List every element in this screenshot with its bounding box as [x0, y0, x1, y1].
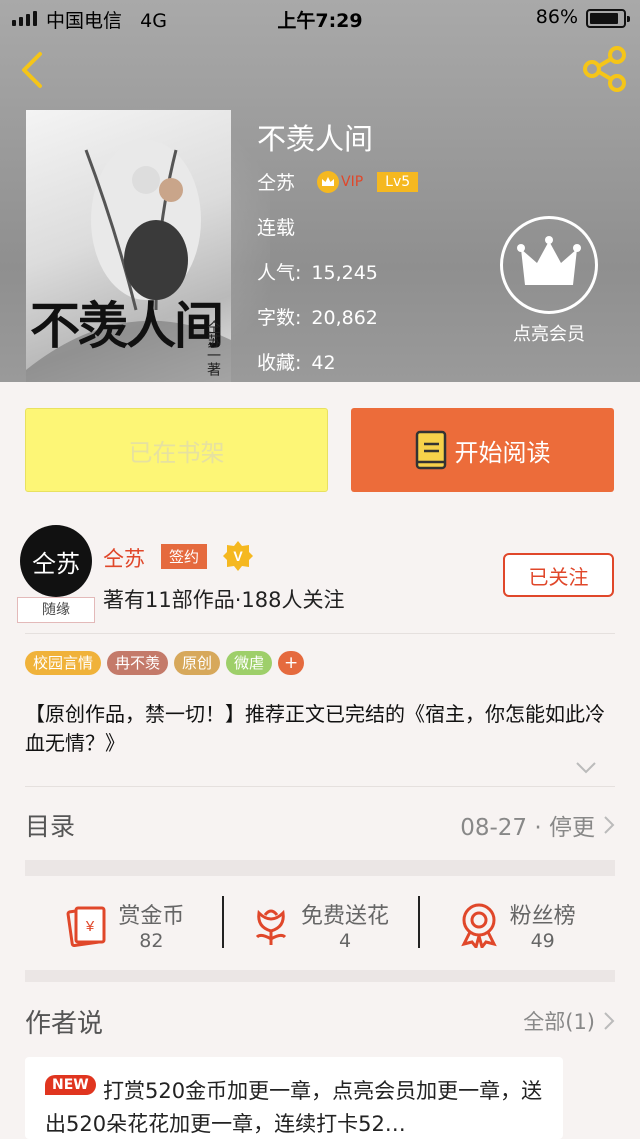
- avatar-tag: 随缘: [17, 597, 95, 623]
- popularity-value: 15,245: [311, 262, 378, 284]
- favorites-row: 收藏: 42: [257, 348, 336, 375]
- favorites-value: 42: [311, 352, 336, 374]
- battery-icon: [586, 9, 630, 28]
- on-shelf-button[interactable]: 已在书架: [25, 408, 328, 492]
- book-title: 不羡人间: [257, 122, 374, 156]
- vip-label: VIP: [341, 173, 364, 190]
- action-label: 免费送花: [301, 904, 390, 929]
- verified-icon: V: [222, 540, 254, 572]
- book-intro: 【原创作品，禁一切！】推荐正文已完结的《宿主，你怎能如此冷血无情？》: [25, 702, 605, 755]
- follow-label: 已关注: [528, 564, 589, 589]
- vip-badge: VIP: [317, 170, 364, 193]
- tag-chip[interactable]: 原创: [174, 651, 221, 675]
- new-badge: NEW: [45, 1075, 96, 1095]
- start-reading-button[interactable]: 开始阅读: [351, 408, 614, 492]
- author-note-text: 打赏520金币加更一章，点亮会员加更一章，送出520朵花花加更一章，连续打卡52…: [45, 1079, 543, 1136]
- cover-author: 仝苏一著: [205, 320, 221, 376]
- signal-icon: [12, 10, 37, 26]
- medal-icon: [460, 903, 497, 948]
- author-says-all-link[interactable]: 全部(1): [523, 1006, 615, 1036]
- share-icon: [583, 46, 626, 92]
- avatar-text: 仝苏: [32, 549, 80, 578]
- book-header: 中国电信 4G 上午7:29 86% 不羡人间 仝苏一著 不羡人间 仝苏 VIP…: [0, 0, 640, 382]
- divider: [221, 896, 224, 948]
- crown-coin-icon: [317, 170, 340, 193]
- action-count: 4: [338, 930, 352, 952]
- book-author-line: 仝苏 VIP Lv5: [257, 168, 419, 195]
- reward-coins-button[interactable]: ¥ 赏金币 82: [25, 880, 222, 970]
- book-icon: [415, 430, 446, 470]
- popularity-label: 人气:: [257, 262, 302, 284]
- tag-chip[interactable]: 微虐: [226, 651, 273, 675]
- chevron-down-icon: [576, 762, 596, 774]
- author-says-all-label: 全部(1): [523, 1010, 595, 1034]
- action-label: 粉丝榜: [509, 904, 576, 929]
- word-count-label: 字数:: [257, 307, 302, 329]
- chevron-right-icon: [604, 816, 615, 834]
- back-button[interactable]: [14, 50, 54, 90]
- action-label: 赏金币: [118, 904, 185, 929]
- author-note-card[interactable]: 打赏520金币加更一章，点亮会员加更一章，送出520朵花花加更一章，连续打卡52…: [25, 1057, 563, 1139]
- tag-chip[interactable]: 校园言情: [25, 651, 102, 675]
- member-label: 点亮会员: [513, 324, 585, 345]
- svg-text:¥: ¥: [85, 918, 95, 935]
- cover-title: 不羡人间: [30, 296, 224, 355]
- author-stats: 著有11部作品·188人关注: [103, 588, 345, 612]
- fan-ranking-button[interactable]: 粉丝榜 49: [418, 880, 615, 970]
- member-button[interactable]: 点亮会员: [500, 216, 598, 345]
- svg-text:V: V: [233, 548, 243, 564]
- author-name[interactable]: 仝苏: [103, 543, 145, 573]
- red-envelope-icon: ¥: [66, 906, 106, 948]
- share-button[interactable]: [580, 44, 630, 94]
- battery-percent: 86%: [535, 6, 578, 28]
- book-author[interactable]: 仝苏: [257, 168, 295, 195]
- author-says-header: 作者说 全部(1): [25, 996, 615, 1046]
- send-flowers-button[interactable]: 免费送花 4: [221, 880, 419, 970]
- tag-chip[interactable]: 冉不羡: [107, 651, 169, 675]
- word-count-row: 字数: 20,862: [257, 303, 378, 330]
- section-spacer: [25, 970, 615, 982]
- serial-status: 连载: [257, 217, 296, 239]
- on-shelf-label: 已在书架: [128, 438, 225, 467]
- support-actions: ¥ 赏金币 82 免费送花 4 粉丝榜 49: [25, 880, 615, 970]
- chevron-right-icon: [604, 1012, 615, 1030]
- chevron-left-icon: [22, 52, 42, 88]
- favorites-label: 收藏:: [257, 352, 302, 374]
- toc-title: 目录: [25, 812, 76, 841]
- author-says-title: 作者说: [25, 1008, 104, 1039]
- action-count: 82: [139, 930, 164, 952]
- toc-update: 08-27 · 停更: [460, 815, 595, 841]
- divider: [25, 633, 615, 634]
- flower-icon: [255, 909, 287, 945]
- divider: [25, 786, 615, 787]
- author-avatar[interactable]: 仝苏: [20, 525, 92, 597]
- word-count-value: 20,862: [311, 307, 378, 329]
- level-badge: Lv5: [377, 171, 419, 192]
- member-crown-icon: [500, 216, 598, 314]
- follow-button[interactable]: 已关注: [503, 553, 614, 597]
- divider: [418, 896, 421, 948]
- section-spacer: [25, 860, 615, 876]
- start-reading-label: 开始阅读: [454, 438, 551, 467]
- book-cover[interactable]: 不羡人间 仝苏一著: [26, 110, 231, 382]
- signed-badge: 签约: [161, 544, 208, 569]
- status-bar: 中国电信 4G 上午7:29 86%: [0, 0, 640, 36]
- popularity-row: 人气: 15,245: [257, 258, 378, 285]
- tag-list: 校园言情 冉不羡 原创 微虐 +: [25, 651, 305, 675]
- table-of-contents-row[interactable]: 目录 08-27 · 停更: [25, 800, 615, 850]
- carrier-name: 中国电信: [46, 10, 123, 32]
- network-type: 4G: [140, 10, 167, 32]
- action-count: 49: [530, 930, 555, 952]
- expand-intro-button[interactable]: [575, 760, 597, 774]
- add-tag-button[interactable]: +: [278, 651, 305, 675]
